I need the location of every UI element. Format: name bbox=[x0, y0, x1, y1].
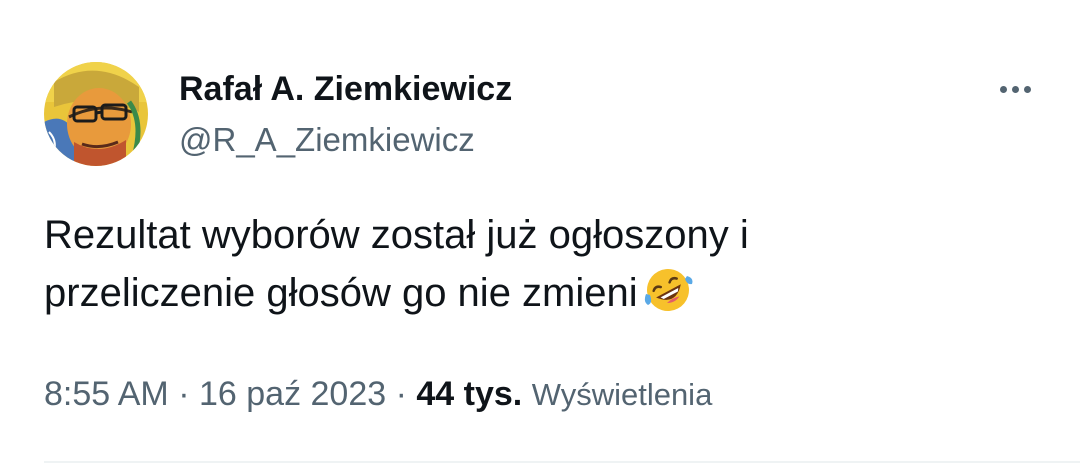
tweet-meta: 8:55 AM · 16 paź 2023 · 44 tys. Wyświetl… bbox=[44, 372, 712, 417]
tweet-text-line-with-emoji: przeliczenie głosów go nie zmieni bbox=[44, 264, 1044, 322]
avatar-image bbox=[44, 62, 148, 166]
more-dot bbox=[999, 85, 1007, 93]
author-display-name[interactable]: Rafał A. Ziemkiewicz bbox=[179, 68, 512, 110]
tweet-date[interactable]: 16 paź 2023 bbox=[199, 375, 386, 413]
divider bbox=[44, 461, 1080, 463]
tweet-text-line: Rezultat wyborów został już ogłoszony i bbox=[44, 213, 749, 257]
more-dot bbox=[1023, 85, 1031, 93]
views-label: Wyświetlenia bbox=[531, 377, 713, 412]
tweet: Rafał A. Ziemkiewicz @R_A_Ziemkiewicz Re… bbox=[0, 0, 1080, 474]
tweet-text-line: przeliczenie głosów go nie zmieni bbox=[44, 271, 638, 315]
more-dot bbox=[1011, 85, 1019, 93]
tweet-text: Rezultat wyborów został już ogłoszony i … bbox=[44, 206, 1044, 322]
avatar[interactable] bbox=[44, 62, 148, 166]
meta-separator: · bbox=[178, 375, 190, 413]
author-handle[interactable]: @R_A_Ziemkiewicz bbox=[179, 119, 475, 161]
tweet-time[interactable]: 8:55 AM bbox=[44, 375, 169, 413]
more-options-icon[interactable] bbox=[990, 72, 1040, 106]
rolling-on-the-floor-laughing-icon bbox=[644, 269, 693, 311]
views-count: 44 tys. bbox=[416, 375, 523, 413]
meta-separator: · bbox=[395, 375, 407, 413]
